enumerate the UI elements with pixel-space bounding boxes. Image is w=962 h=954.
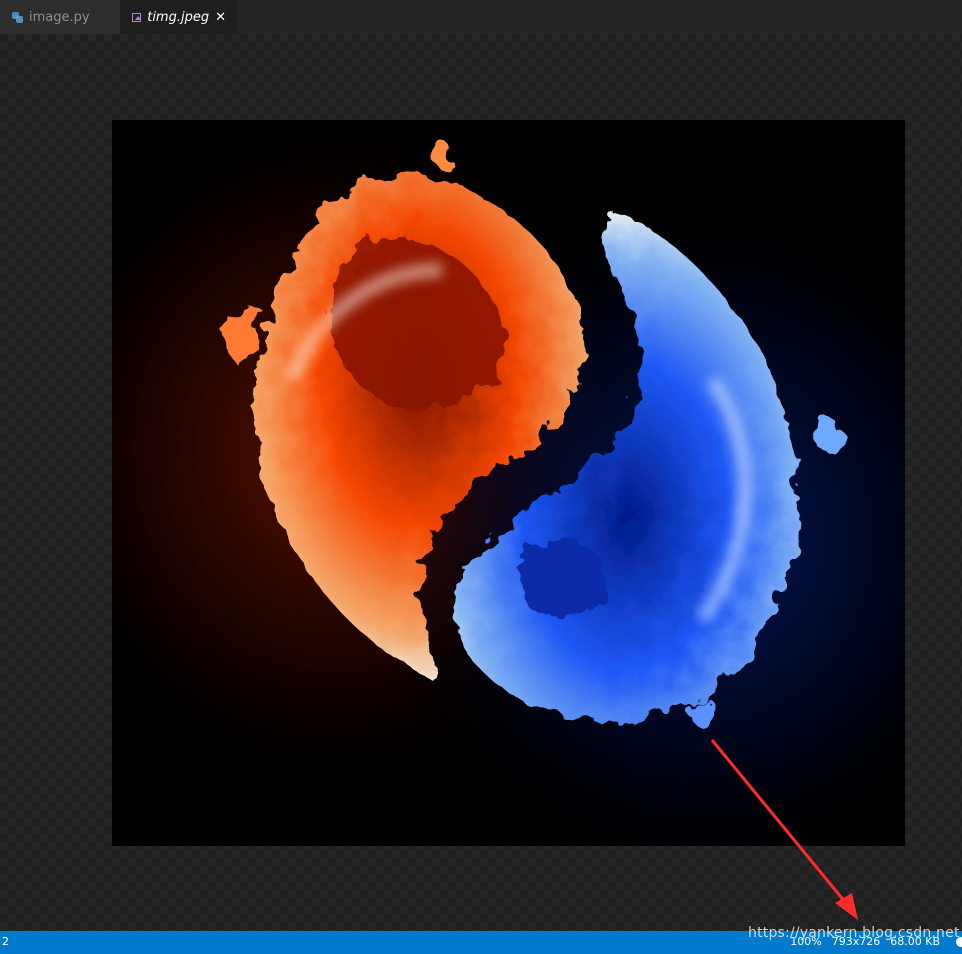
tab-image-py[interactable]: image.py <box>0 0 120 34</box>
watermark-text: https://yankern.blog.csdn.net <box>748 925 960 941</box>
close-tab-icon[interactable]: ✕ <box>215 10 226 25</box>
status-left-item[interactable]: 2 <box>2 935 9 948</box>
python-file-icon <box>12 11 23 23</box>
tab-timg-jpeg[interactable]: timg.jpeg ✕ <box>120 0 238 34</box>
tab-label: image.py <box>29 9 90 25</box>
image-preview-area <box>0 34 962 931</box>
yin-yang-fire-image <box>112 130 905 846</box>
editor-tab-bar: image.py timg.jpeg ✕ <box>0 0 962 34</box>
image-file-icon <box>132 12 142 22</box>
preview-image <box>112 120 905 846</box>
tab-label: timg.jpeg <box>147 9 210 25</box>
